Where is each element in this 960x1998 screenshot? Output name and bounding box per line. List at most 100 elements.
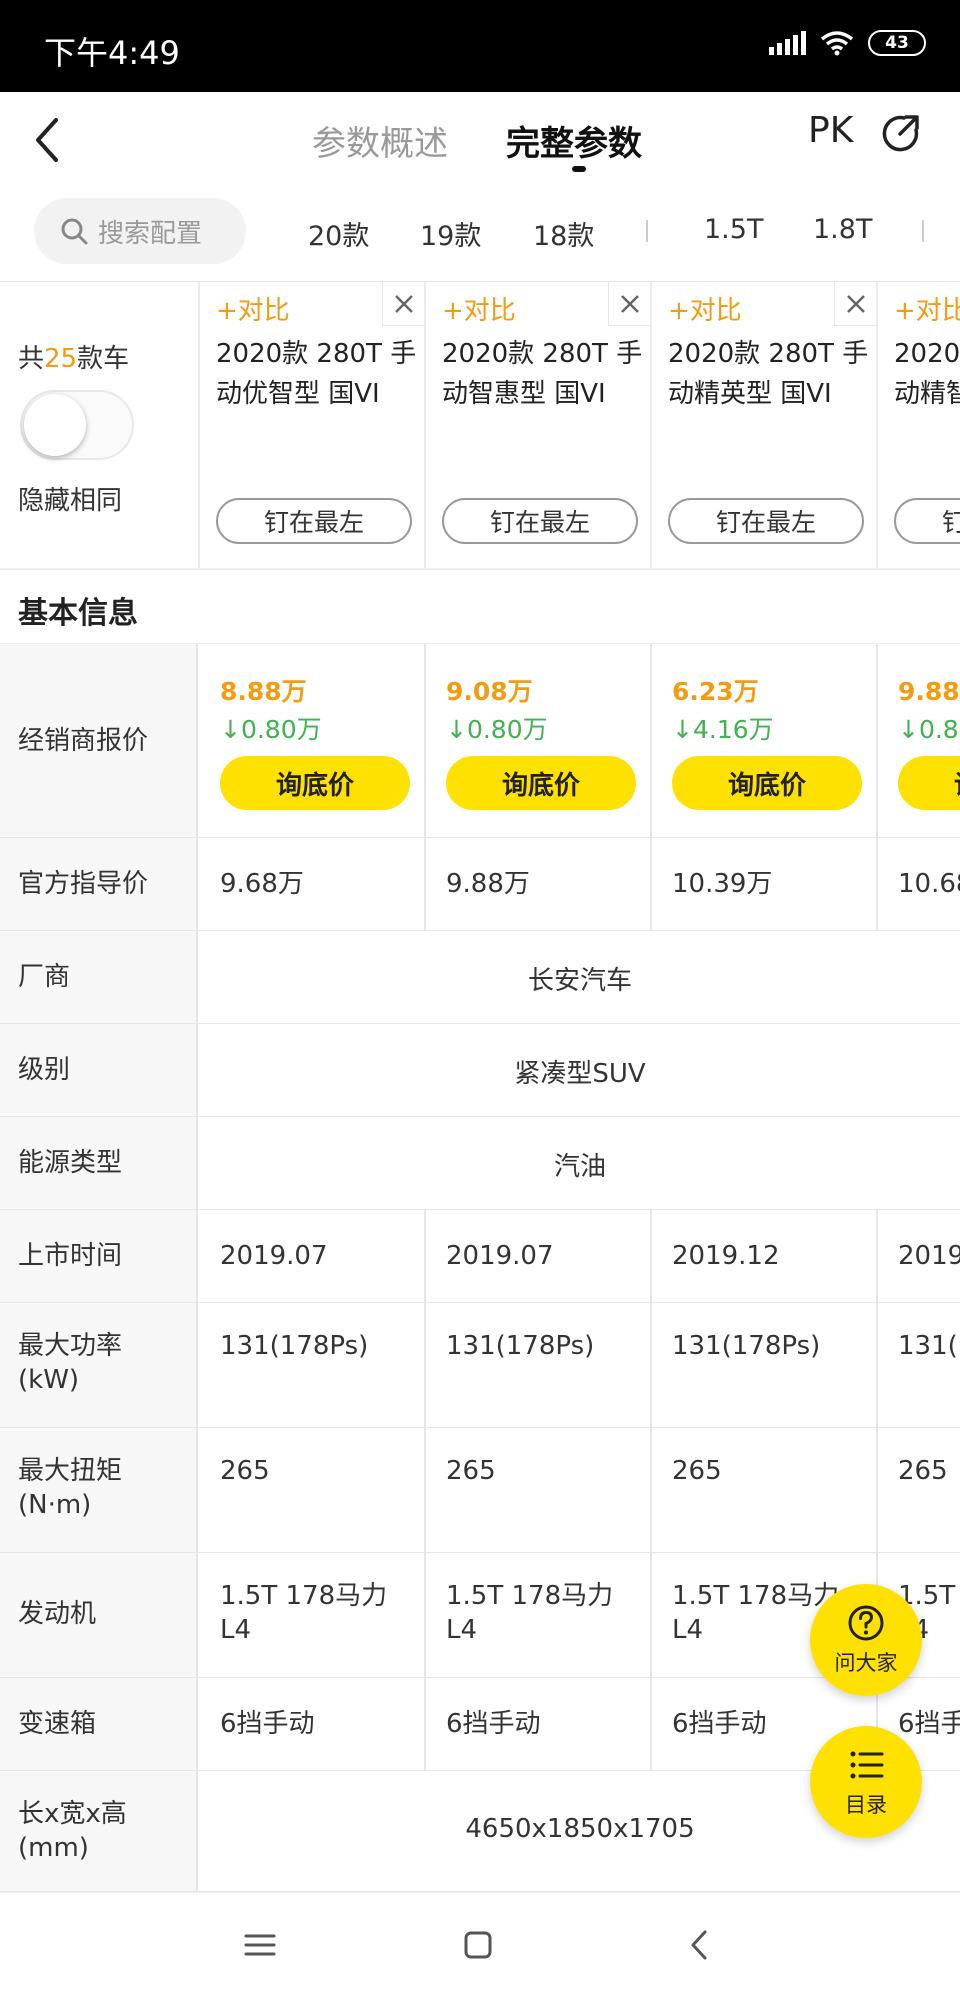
add-compare-button[interactable]: +对比 [216, 290, 290, 327]
price-drop: ↓0.80万 [898, 715, 960, 744]
dealer-price-cell: 6.23万 ↓4.16万 询底价 [652, 644, 878, 837]
table-cell: 265 [652, 1428, 878, 1552]
system-nav-bar [0, 1892, 960, 1998]
car-name: 2020款 280T 手动精英型 国VI [668, 339, 869, 409]
hide-same-toggle[interactable] [20, 390, 134, 460]
toc-button[interactable]: 目录 [810, 1726, 922, 1838]
table-cell: 10.68万 [878, 838, 960, 930]
signal-icon [769, 31, 806, 55]
dealer-price-cell: 9.08万 ↓0.80万 询底价 [426, 644, 652, 837]
table-cell: 1.5T 178马力 L4 [426, 1553, 652, 1677]
filter-chip[interactable]: 20款 [308, 214, 369, 253]
dealer-price: 8.88万 [220, 677, 307, 706]
price-drop: ↓4.16万 [672, 715, 774, 744]
table-row-level: 级别 紧凑型SUV [0, 1024, 960, 1117]
wifi-icon [820, 31, 854, 56]
add-compare-button[interactable]: +对比 [668, 290, 742, 327]
back-icon[interactable] [28, 112, 68, 168]
car-column: +对比 2020款动精智 钉在最左 [876, 282, 960, 568]
close-button[interactable] [834, 282, 876, 326]
tab-indicator [572, 166, 586, 172]
price-drop: ↓0.80万 [446, 715, 548, 744]
filter-chip[interactable]: 1.5T [704, 214, 763, 245]
dealer-price-cell: 9.88万 ↓0.80万 询底价 [878, 644, 960, 837]
table-cell: 265 [200, 1428, 426, 1552]
divider [922, 220, 924, 242]
car-name: 2020款 280T 手动智惠型 国VI [442, 339, 643, 409]
table-cell: 9.88万 [426, 838, 652, 930]
table-cell: 2019.07 [426, 1210, 652, 1302]
search-placeholder: 搜索配置 [98, 218, 203, 249]
table-cell: 1.5T 178马力 L4 [200, 1553, 426, 1677]
divider [646, 220, 648, 242]
header: 参数概述 完整参数 PK [0, 92, 960, 190]
pin-left-button[interactable]: 钉在最左 [216, 498, 412, 544]
table-cell: 131(178Ps) [200, 1303, 426, 1427]
filter-chip[interactable]: 19款 [420, 214, 481, 253]
inquiry-button[interactable]: 询底价 [220, 756, 410, 810]
table-row-manufacturer: 厂商 长安汽车 [0, 931, 960, 1024]
pin-left-button[interactable]: 钉在最左 [442, 498, 638, 544]
inquiry-button[interactable]: 询底价 [898, 756, 960, 810]
close-icon [394, 294, 413, 313]
table-cell: 10.39万 [652, 838, 878, 930]
inquiry-button[interactable]: 询底价 [446, 756, 636, 810]
pk-button[interactable]: PK [808, 110, 853, 151]
row-label: 变速箱 [0, 1678, 198, 1770]
add-compare-button[interactable]: +对比 [442, 290, 516, 327]
table-cell: 131(178Ps) [652, 1303, 878, 1427]
car-column: +对比 2020款 280T 手动智惠型 国VI 钉在最左 [424, 282, 650, 568]
back-nav-icon[interactable] [682, 1927, 718, 1963]
table-cell: 2019.12 [878, 1210, 960, 1302]
tab-overview[interactable]: 参数概述 [312, 116, 448, 165]
table-cell: 265 [878, 1428, 960, 1552]
filter-chip[interactable]: 1.8T [813, 214, 872, 245]
table-cell: 汽油 [553, 1152, 606, 1182]
row-label: 发动机 [0, 1553, 198, 1677]
table-cell: 6挡手动 [426, 1678, 652, 1770]
car-column: +对比 2020款 280T 手动精英型 国VI 钉在最左 [650, 282, 876, 568]
table-cell: 9.68万 [200, 838, 426, 930]
search-icon [61, 218, 88, 245]
table-cell: 6挡手动 [200, 1678, 426, 1770]
table-cell: 131(178Ps) [426, 1303, 652, 1427]
table-row-energy: 能源类型 汽油 [0, 1117, 960, 1210]
inquiry-button[interactable]: 询底价 [672, 756, 862, 810]
status-bar: 下午4:49 43 [0, 0, 960, 92]
ask-everyone-button[interactable]: 问大家 [810, 1584, 922, 1696]
tab-full-params[interactable]: 完整参数 [506, 116, 642, 165]
car-column: +对比 2020款 280T 手动优智型 国VI 钉在最左 [198, 282, 424, 568]
section-title: 基本信息 [18, 596, 138, 631]
status-time: 下午4:49 [44, 34, 180, 72]
dealer-price: 6.23万 [672, 677, 759, 706]
filter-chip[interactable]: 18款 [533, 214, 594, 253]
menu-icon[interactable] [242, 1927, 278, 1963]
table-cell: 265 [426, 1428, 652, 1552]
dealer-price-cell: 8.88万 ↓0.80万 询底价 [200, 644, 426, 837]
pin-left-button[interactable]: 钉在最左 [668, 498, 864, 544]
car-header-row: 共25款车 隐藏相同 +对比 2020款 280T 手动优智型 国VI 钉在最左… [0, 282, 960, 570]
table-cell: 2019.07 [200, 1210, 426, 1302]
share-icon[interactable] [880, 112, 922, 154]
dealer-price: 9.08万 [446, 677, 533, 706]
close-button[interactable] [382, 282, 424, 326]
search-input[interactable]: 搜索配置 [34, 198, 246, 264]
pin-left-button[interactable]: 钉在最左 [894, 498, 960, 544]
table-row-launch: 上市时间 2019.07 2019.07 2019.12 2019.12 [0, 1210, 960, 1303]
table-row-official-price: 官方指导价 9.68万 9.88万 10.39万 10.68万 [0, 838, 960, 931]
close-button[interactable] [608, 282, 650, 326]
home-icon[interactable] [460, 1927, 496, 1963]
table-cell: 紧凑型SUV [514, 1059, 646, 1089]
car-name: 2020款 280T 手动优智型 国VI [216, 339, 417, 409]
row-label: 上市时间 [0, 1210, 198, 1302]
close-icon [846, 294, 865, 313]
car-name: 2020款动精智 [894, 339, 960, 409]
dealer-price: 9.88万 [898, 677, 960, 706]
row-label: 经销商报价 [0, 644, 198, 837]
toc-label: 目录 [845, 1793, 887, 1817]
status-icons: 43 [769, 30, 926, 56]
list-icon [850, 1751, 884, 1779]
add-compare-button[interactable]: +对比 [894, 290, 960, 327]
price-drop: ↓0.80万 [220, 715, 322, 744]
section-header: 基本信息 [0, 570, 960, 644]
